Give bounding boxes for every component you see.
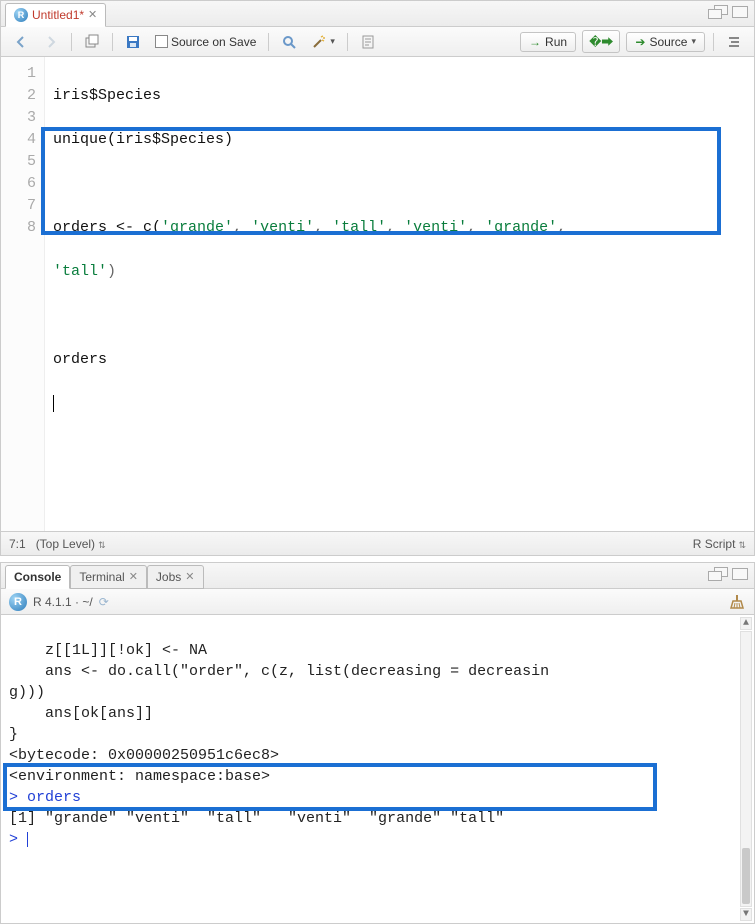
source-arrow-icon: ➔ — [635, 35, 645, 49]
rerun-button[interactable]: �⮕ — [582, 30, 620, 53]
console-output[interactable]: z[[1L]][!ok] <- NA ans <- do.call("order… — [1, 615, 754, 923]
code-editor[interactable]: 1 2 3 4 5 6 7 8 iris$Species unique(iris… — [1, 57, 754, 531]
back-button[interactable] — [9, 32, 33, 52]
pane-window-controls — [708, 567, 748, 581]
close-icon[interactable]: ✕ — [88, 8, 97, 21]
chevron-down-icon: ▾ — [330, 36, 335, 47]
code-line: unique(iris$Species) — [53, 129, 746, 151]
source-button[interactable]: ➔ Source ▾ — [626, 32, 705, 52]
maximize-pane-icon[interactable] — [732, 6, 748, 18]
code-line — [53, 393, 746, 415]
reload-icon[interactable]: ⟳ — [99, 595, 109, 609]
console-tabbar: Console Terminal ✕ Jobs ✕ — [1, 563, 754, 589]
editor-pane: R Untitled1* ✕ Source on Save ▾ → Run — [0, 0, 755, 556]
console-line: [1] "grande" "venti" "tall" "venti" "gra… — [9, 810, 522, 827]
code-line — [53, 173, 746, 195]
source-on-save-label: Source on Save — [171, 35, 256, 49]
clear-console-icon[interactable] — [728, 593, 746, 614]
code-line: orders — [53, 349, 746, 371]
tab-console[interactable]: Console — [5, 565, 70, 589]
console-line: z[[1L]][!ok] <- NA — [9, 642, 207, 659]
find-button[interactable] — [277, 32, 301, 52]
console-line: > orders — [9, 789, 81, 806]
line-gutter: 1 2 3 4 5 6 7 8 — [1, 57, 45, 531]
code-tools-button[interactable]: ▾ — [307, 32, 339, 52]
console-line: g))) — [9, 684, 45, 701]
compile-report-button[interactable] — [356, 32, 380, 52]
editor-tabbar: R Untitled1* ✕ — [1, 1, 754, 27]
code-line — [53, 305, 746, 327]
r-logo-icon: R — [9, 593, 27, 611]
code-area[interactable]: iris$Species unique(iris$Species) orders… — [45, 57, 754, 531]
editor-toolbar: Source on Save ▾ → Run �⮕ ➔ Source ▾ — [1, 27, 754, 57]
code-line: 'tall') — [53, 261, 746, 283]
checkbox-icon — [155, 35, 168, 48]
close-icon[interactable]: ✕ — [129, 570, 138, 583]
console-line: > — [9, 831, 28, 848]
minimize-pane-icon[interactable] — [708, 567, 728, 581]
code-line: orders <- c('grande', 'venti', 'tall', '… — [53, 217, 746, 239]
chevron-down-icon: ▾ — [691, 36, 696, 47]
rerun-icon: �⮕ — [589, 33, 613, 50]
scroll-down-icon[interactable]: ▼ — [740, 908, 752, 921]
scroll-up-icon[interactable]: ▲ — [740, 617, 752, 630]
language-selector[interactable]: R Script⇅ — [693, 537, 746, 551]
console-line: <environment: namespace:base> — [9, 768, 270, 785]
console-pane: Console Terminal ✕ Jobs ✕ R R 4.1.1 · ~/… — [0, 562, 755, 924]
editor-statusbar: 7:1 (Top Level)⇅ R Script⇅ — [1, 531, 754, 555]
tab-jobs[interactable]: Jobs ✕ — [147, 565, 204, 589]
scroll-track[interactable] — [740, 631, 752, 907]
maximize-pane-icon[interactable] — [732, 568, 748, 580]
scroll-thumb[interactable] — [742, 848, 750, 904]
editor-tab-untitled1[interactable]: R Untitled1* ✕ — [5, 3, 106, 27]
outline-button[interactable] — [722, 32, 746, 52]
cursor-position: 7:1 — [9, 537, 26, 551]
code-line: iris$Species — [53, 85, 746, 107]
console-line: } — [9, 726, 18, 743]
source-label: Source — [649, 35, 687, 49]
forward-button[interactable] — [39, 32, 63, 52]
console-line: <bytecode: 0x00000250951c6ec8> — [9, 747, 279, 764]
source-on-save-checkbox[interactable]: Source on Save — [151, 33, 260, 51]
close-icon[interactable]: ✕ — [185, 570, 194, 583]
run-button[interactable]: → Run — [520, 32, 576, 52]
r-file-icon: R — [14, 8, 28, 22]
console-line: ans <- do.call("order", c(z, list(decrea… — [9, 663, 549, 680]
minimize-pane-icon[interactable] — [708, 5, 728, 19]
r-version-label: R 4.1.1 · ~/ — [33, 595, 93, 609]
tab-terminal[interactable]: Terminal ✕ — [70, 565, 147, 589]
console-scrollbar[interactable]: ▲ ▼ — [740, 617, 752, 921]
run-arrow-icon: → — [529, 35, 541, 49]
console-toolbar: R R 4.1.1 · ~/ ⟳ — [1, 589, 754, 615]
save-button[interactable] — [121, 32, 145, 52]
pane-window-controls — [708, 5, 748, 19]
scope-selector[interactable]: (Top Level)⇅ — [36, 537, 106, 551]
code-line — [53, 437, 746, 459]
console-line: ans[ok[ans]] — [9, 705, 153, 722]
editor-tab-title: Untitled1* — [32, 8, 84, 22]
run-label: Run — [545, 35, 567, 49]
show-in-new-window-button[interactable] — [80, 32, 104, 52]
